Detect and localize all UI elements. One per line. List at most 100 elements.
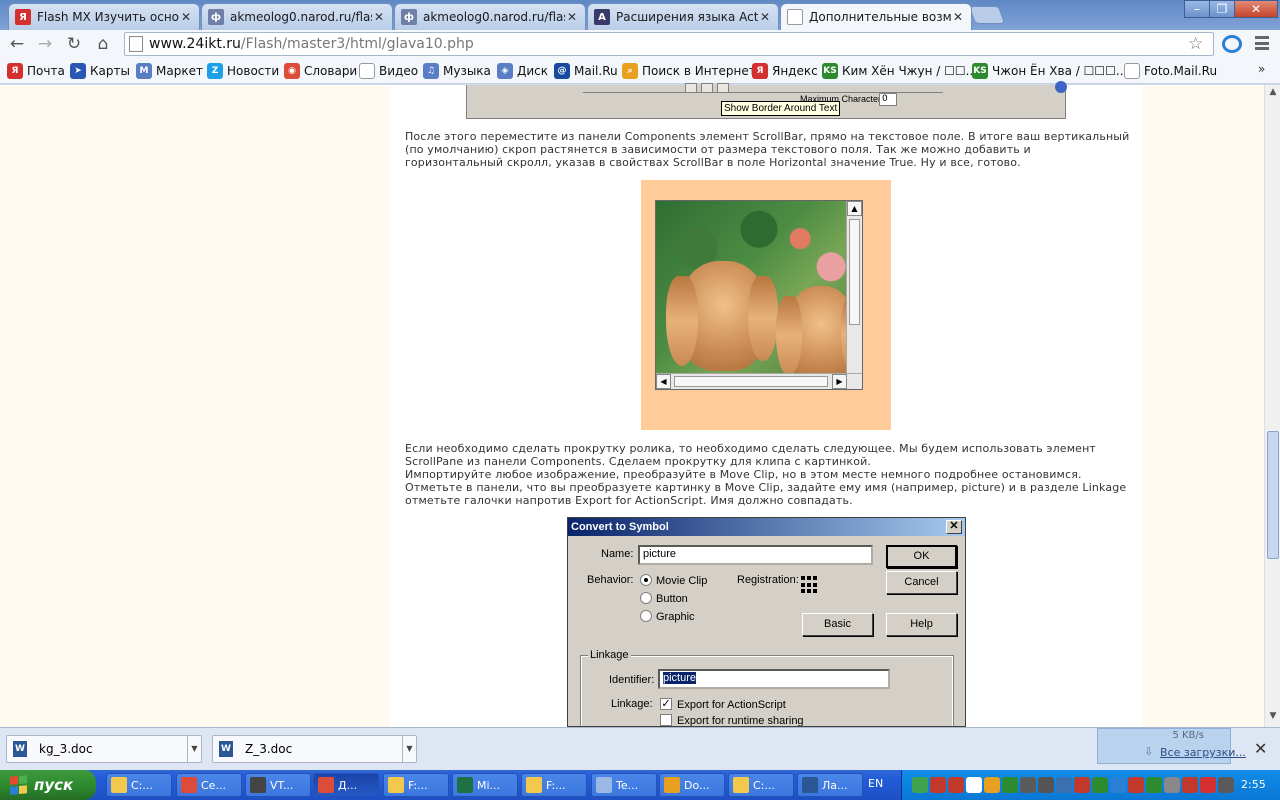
all-downloads-link[interactable]: Все загрузки... [1160, 746, 1246, 759]
dialog-close-icon[interactable]: ✕ [946, 520, 962, 534]
scrollpane-vertical-thumb[interactable] [849, 219, 860, 325]
taskbar-button[interactable]: Do... [659, 773, 725, 797]
radio-movie-clip[interactable] [640, 574, 652, 586]
scroll-right-icon[interactable]: ▶ [832, 374, 847, 389]
help-button[interactable]: Help [886, 613, 957, 636]
download-item[interactable]: W kg_3.doc ▼ [6, 735, 202, 763]
tray-icon[interactable] [1038, 777, 1054, 793]
tray-icon[interactable] [966, 777, 982, 793]
tray-icon[interactable] [1200, 777, 1216, 793]
bookmark-item[interactable]: M Маркет [136, 62, 203, 80]
chevron-down-icon[interactable]: ▼ [402, 736, 416, 762]
tab-close-icon[interactable]: ✕ [179, 10, 193, 24]
bookmark-item[interactable]: @ Mail.Ru [554, 62, 618, 80]
tab-5[interactable]: Дополнительные возможнос✕ [780, 3, 972, 30]
paragraph-scrollpane: Если необходимо сделать прокрутку ролика… [405, 442, 1096, 468]
export-runtime-checkbox[interactable] [660, 714, 672, 726]
tray-icon[interactable] [1110, 777, 1126, 793]
radio-button[interactable] [640, 592, 652, 604]
minimize-button[interactable]: – [1184, 0, 1210, 18]
tray-icon[interactable] [1020, 777, 1036, 793]
tab-3[interactable]: ф akmeolog0.narod.ru/flash6/0✕ [394, 3, 586, 30]
tray-icon[interactable] [1092, 777, 1108, 793]
download-bar-close-icon[interactable]: ✕ [1254, 739, 1267, 758]
extension-icon[interactable] [1222, 35, 1242, 53]
tab-close-icon[interactable]: ✕ [372, 10, 386, 24]
address-bar[interactable]: www.24ikt.ru/Flash/master3/html/glava10.… [124, 32, 1214, 56]
ok-button[interactable]: OK [886, 545, 957, 568]
bookmark-item[interactable]: ♫ Музыка [423, 62, 491, 80]
bookmarks-more-button[interactable]: » [1258, 62, 1265, 76]
tray-icon[interactable] [1128, 777, 1144, 793]
home-icon[interactable]: ⌂ [92, 33, 114, 55]
tab-1[interactable]: Я Flash MX Изучить основы пр✕ [8, 3, 200, 30]
scroll-down-icon[interactable]: ▼ [1267, 711, 1279, 725]
taskbar-button[interactable]: VT... [245, 773, 311, 797]
scroll-left-icon[interactable]: ◀ [656, 374, 671, 389]
bookmark-item[interactable]: Я Почта [7, 62, 65, 80]
maximize-button[interactable]: ❐ [1209, 0, 1235, 18]
scroll-up-icon[interactable]: ▲ [847, 201, 862, 216]
start-button[interactable]: пуск [0, 770, 96, 800]
taskbar-button[interactable]: Ла... [797, 773, 863, 797]
bookmark-item[interactable]: ◉ Словари [284, 62, 357, 80]
tray-icon[interactable] [984, 777, 1000, 793]
tray-icon[interactable] [930, 777, 946, 793]
scrollpane-vertical-scrollbar[interactable]: ▲ ▼ [846, 201, 862, 389]
reload-icon[interactable]: ↻ [63, 33, 85, 55]
bookmark-item[interactable]: ◈ Диск [497, 62, 548, 80]
scroll-up-icon[interactable]: ▲ [1267, 87, 1279, 101]
export-actionscript-checkbox[interactable]: ✓ [660, 698, 672, 710]
page-scrollbar[interactable]: ▲ ▼ [1264, 85, 1280, 727]
bookmark-item[interactable]: Z Новости [207, 62, 279, 80]
tray-icon[interactable] [1146, 777, 1162, 793]
bookmark-item[interactable]: ⌕ Поиск в Интернете [622, 62, 763, 80]
tray-icon[interactable] [1002, 777, 1018, 793]
bookmark-item[interactable]: Я Яндекс [752, 62, 818, 80]
cancel-button[interactable]: Cancel [886, 571, 957, 594]
tray-icon[interactable] [1164, 777, 1180, 793]
taskbar-button[interactable]: F:... [521, 773, 587, 797]
tab-close-icon[interactable]: ✕ [758, 10, 772, 24]
taskbar-button[interactable]: C:... [728, 773, 794, 797]
bookmark-item[interactable]: KS Ким Хён Чжун / ☐☐... [822, 62, 977, 80]
forward-arrow-icon[interactable]: → [34, 33, 56, 55]
tray-icon[interactable] [912, 777, 928, 793]
new-tab-button[interactable] [968, 6, 1006, 24]
back-arrow-icon[interactable]: ← [6, 33, 28, 55]
registration-grid-icon[interactable] [801, 576, 819, 594]
scrollpane-horizontal-scrollbar[interactable]: ◀ ▶ [656, 373, 862, 389]
taskbar-button[interactable]: Ce... [176, 773, 242, 797]
scrollpane-horizontal-thumb[interactable] [674, 376, 828, 387]
menu-icon[interactable] [1255, 36, 1269, 50]
page-scroll-thumb[interactable] [1267, 431, 1279, 559]
tray-icon[interactable] [948, 777, 964, 793]
tab-4[interactable]: A Расширения языка ActionSc✕ [587, 3, 779, 30]
bookmark-item[interactable]: Видео [359, 62, 418, 80]
tray-icon[interactable] [1218, 777, 1234, 793]
tray-icon[interactable] [1056, 777, 1072, 793]
basic-button[interactable]: Basic [802, 613, 873, 636]
taskbar-button[interactable]: Д... [313, 773, 379, 797]
bookmark-item[interactable]: ➤ Карты [70, 62, 130, 80]
language-indicator[interactable]: EN [868, 777, 883, 790]
taskbar-button[interactable]: Te... [591, 773, 657, 797]
bookmark-star-icon[interactable]: ☆ [1188, 34, 1203, 54]
tray-icon[interactable] [1182, 777, 1198, 793]
taskbar-button[interactable]: F:... [383, 773, 449, 797]
tab-close-icon[interactable]: ✕ [951, 10, 965, 24]
tray-icon[interactable] [1074, 777, 1090, 793]
name-field[interactable]: picture [638, 545, 873, 565]
bookmark-item[interactable]: KS Чжон Ён Хва / ☐☐☐... [972, 62, 1127, 80]
taskbar-button[interactable]: Mi... [452, 773, 518, 797]
tab-2[interactable]: ф akmeolog0.narod.ru/flash6/0✕ [201, 3, 393, 30]
window-close-button[interactable]: ✕ [1234, 0, 1278, 18]
identifier-field[interactable]: picture [658, 669, 890, 689]
clock[interactable]: 2:55 [1241, 778, 1266, 791]
bookmark-item[interactable]: Foto.Mail.Ru [1124, 62, 1217, 80]
taskbar-button[interactable]: C:... [106, 773, 172, 797]
radio-graphic[interactable] [640, 610, 652, 622]
chevron-down-icon[interactable]: ▼ [187, 736, 201, 762]
tab-close-icon[interactable]: ✕ [565, 10, 579, 24]
download-item[interactable]: W Z_3.doc ▼ [212, 735, 417, 763]
